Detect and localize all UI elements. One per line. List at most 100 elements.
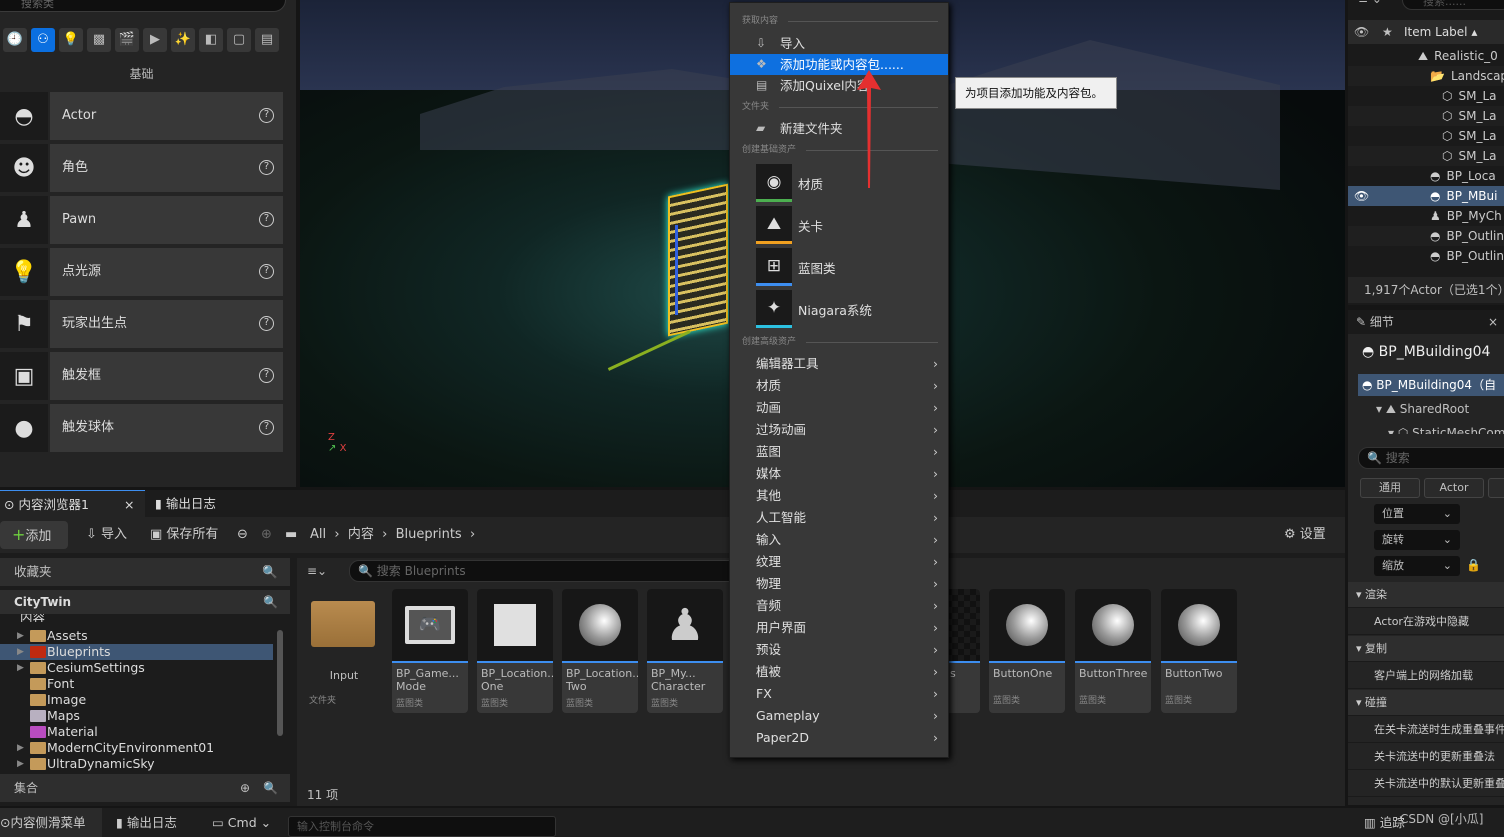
menu-item-level[interactable]: ⛰ 关卡 <box>756 206 946 244</box>
close-icon[interactable]: × <box>124 491 134 518</box>
section-2[interactable]: ▾ 碰撞 <box>1348 690 1504 716</box>
import-button[interactable]: ⇩ 导入 <box>86 521 127 549</box>
column-item-label[interactable]: Item Label ▴ <box>1404 20 1477 44</box>
breadcrumb-blueprints[interactable]: Blueprints <box>396 527 462 542</box>
outliner-row[interactable]: ⬡ SM_La <box>1348 86 1504 106</box>
help-icon[interactable]: ? <box>259 264 274 279</box>
console-input[interactable]: 输入控制台命令 <box>288 816 556 837</box>
breadcrumb-content[interactable]: 内容 <box>348 527 374 542</box>
add-collection-icon[interactable]: ⊕ <box>240 774 250 802</box>
submenu-8[interactable]: 输入 › <box>730 529 948 551</box>
folder-Image[interactable]: Image <box>0 692 273 708</box>
place-item-5[interactable]: ▣ 触发框? <box>0 352 283 400</box>
search-icon[interactable]: 🔍 <box>263 590 278 614</box>
submenu-0[interactable]: 编辑器工具 › <box>730 353 948 375</box>
shapes-icon[interactable]: ▩ <box>87 28 111 52</box>
place-item-2[interactable]: ♟ Pawn? <box>0 196 283 244</box>
outliner-row[interactable]: ◓ BP_Loca <box>1348 166 1504 186</box>
pinned-icon[interactable]: ★ <box>1382 20 1393 44</box>
outliner-row[interactable]: ⬡ SM_La <box>1348 106 1504 126</box>
submenu-12[interactable]: 用户界面 › <box>730 617 948 639</box>
expand-arrow-icon[interactable]: ▶ <box>17 660 24 676</box>
search-icon[interactable]: 🔍 <box>262 558 278 586</box>
folder-Assets[interactable]: ▶ Assets <box>0 628 273 644</box>
property-row[interactable]: 在关卡流送时生成重叠事件 <box>1348 717 1504 743</box>
asset-tile[interactable]: ButtonTwo 蓝图类 <box>1161 589 1237 713</box>
all-classes-icon[interactable]: ▤ <box>255 28 279 52</box>
property-row[interactable]: Actor在游戏中隐藏 <box>1348 609 1504 635</box>
visibility-icon[interactable]: 👁 <box>1354 20 1369 44</box>
submenu-16[interactable]: Gameplay › <box>730 705 948 727</box>
transform-0-dropdown[interactable]: 位置 ⌄ <box>1374 504 1460 524</box>
save-all-button[interactable]: ▣ 保存所有 <box>150 521 218 549</box>
asset-tile[interactable]: ButtonThree 蓝图类 <box>1075 589 1151 713</box>
gizmo-z-axis[interactable] <box>675 225 678 315</box>
menu-item-material[interactable]: ◉ 材质 <box>756 164 946 202</box>
folder-Font[interactable]: Font <box>0 676 273 692</box>
asset-tile[interactable]: ♟ BP_My... Character 蓝图类 <box>647 589 723 713</box>
details-tab[interactable]: ✎ 细节 × <box>1348 310 1504 334</box>
place-item-4[interactable]: ⚑ 玩家出生点? <box>0 300 283 348</box>
place-item-1[interactable]: ☻ 角色? <box>0 144 283 192</box>
recent-icon[interactable]: 🕘 <box>3 28 27 52</box>
breadcrumb-all[interactable]: All <box>310 527 326 542</box>
component-root[interactable]: ◓ BP_MBuilding04（自 <box>1358 374 1504 396</box>
expand-arrow-icon[interactable]: ▶ <box>17 628 24 644</box>
submenu-9[interactable]: 纹理 › <box>730 551 948 573</box>
menu-item-niagara[interactable]: ✦ Niagara系统 <box>756 290 946 328</box>
basic-shapes-icon[interactable]: ⚇ <box>31 28 55 52</box>
help-icon[interactable]: ? <box>259 368 274 383</box>
section-0[interactable]: ▾ 渲染 <box>1348 582 1504 608</box>
volume-icon[interactable]: ▢ <box>227 28 251 52</box>
close-icon[interactable]: × <box>1488 310 1498 334</box>
submenu-6[interactable]: 其他 › <box>730 485 948 507</box>
menu-item-new-folder[interactable]: ▰ 新建文件夹 <box>730 118 948 139</box>
tab-output-log[interactable]: ▮ 输出日志 <box>155 490 216 517</box>
folder-ModernCityEnvironment01[interactable]: ▶ ModernCityEnvironment01 <box>0 740 273 756</box>
transform-2-dropdown[interactable]: 缩放 ⌄ <box>1374 556 1460 576</box>
menu-item-import[interactable]: ⇩导入到/Game/Blueprints...... <box>730 33 948 72</box>
filter-2[interactable]: L <box>1488 478 1504 498</box>
tab-content-browser[interactable]: ⊙ 内容浏览器1 × <box>0 490 145 517</box>
visual-effects-icon[interactable]: ▶ <box>143 28 167 52</box>
light-icon[interactable]: 💡 <box>59 28 83 52</box>
submenu-17[interactable]: Paper2D › <box>730 727 948 749</box>
menu-item-add-quixel[interactable]: ▤ 添加Quixel内容 <box>730 75 948 96</box>
outliner-row[interactable]: ◓ BP_Outlin <box>1348 226 1504 246</box>
folder-Material[interactable]: Material <box>0 724 273 740</box>
outliner-search[interactable]: 搜索...... <box>1402 0 1504 10</box>
tree-scrollbar[interactable] <box>277 630 283 736</box>
outliner-row[interactable]: 📂 Landscape <box>1348 66 1504 86</box>
outliner-row[interactable]: 👁 ◓ BP_MBui <box>1348 186 1504 206</box>
component-static-mesh[interactable]: ▾ ⬡ StaticMeshCom <box>1388 422 1504 434</box>
submenu-15[interactable]: FX › <box>730 683 948 705</box>
asset-tile[interactable]: ButtonOne 蓝图类 <box>989 589 1065 713</box>
folder-UltraDynamicSky[interactable]: ▶ UltraDynamicSky <box>0 756 273 772</box>
trace-button[interactable]: ▥ 追踪 <box>1364 808 1405 837</box>
asset-tile[interactable]: BP_Location... One 蓝图类 <box>477 589 553 713</box>
expand-arrow-icon[interactable]: ▶ <box>17 740 24 756</box>
forward-button[interactable]: ⊕ <box>261 521 272 549</box>
asset-tile[interactable]: 🎮 BP_Game... Mode 蓝图类 <box>392 589 468 713</box>
effects-icon[interactable]: ✨ <box>171 28 195 52</box>
details-search[interactable]: 🔍 搜索 <box>1358 447 1504 469</box>
submenu-3[interactable]: 过场动画 › <box>730 419 948 441</box>
help-icon[interactable]: ? <box>259 420 274 435</box>
back-button[interactable]: ⊖ <box>237 521 248 549</box>
favorites-section[interactable]: 收藏夹 🔍 <box>0 558 290 586</box>
menu-item-blueprint-class[interactable]: ⊞ 蓝图类 <box>756 248 946 286</box>
property-row[interactable]: 关卡流送中的默认更新重叠 <box>1348 771 1504 797</box>
settings-button[interactable]: ⚙ 设置 <box>1284 521 1326 549</box>
outliner-row[interactable]: ◓ BP_Outlin <box>1348 246 1504 266</box>
component-shared-root[interactable]: ▾ ⛰ SharedRoot <box>1376 398 1469 420</box>
help-icon[interactable]: ? <box>259 212 274 227</box>
submenu-14[interactable]: 植被 › <box>730 661 948 683</box>
output-log-button[interactable]: ▮ 输出日志 <box>116 808 177 837</box>
outliner-row[interactable]: ⬡ SM_La <box>1348 146 1504 166</box>
transform-1-dropdown[interactable]: 旋转 ⌄ <box>1374 530 1460 550</box>
filter-icon[interactable]: ≡⌄ <box>307 564 327 578</box>
filter-0[interactable]: 通用 <box>1360 478 1420 498</box>
asset-folder-input[interactable]: Input 文件夹 <box>305 589 383 713</box>
submenu-10[interactable]: 物理 › <box>730 573 948 595</box>
property-row[interactable]: 关卡流送中的更新重叠法 <box>1348 744 1504 770</box>
